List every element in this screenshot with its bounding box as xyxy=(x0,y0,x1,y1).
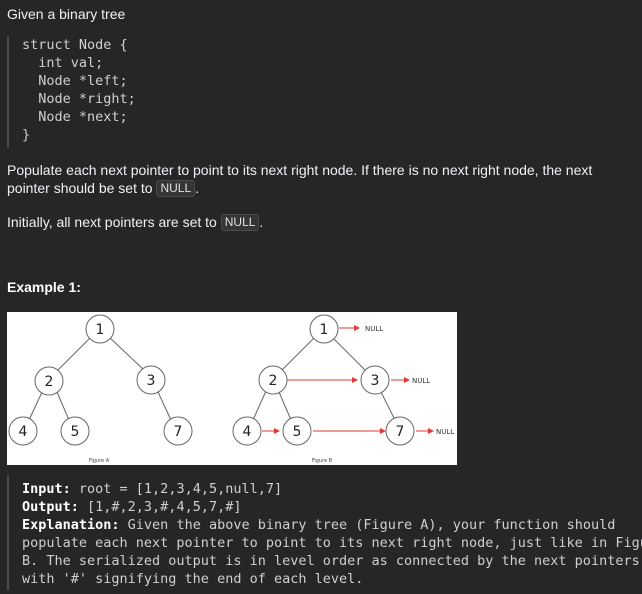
explanation-line: with '#' signifying the end of each leve… xyxy=(22,571,364,587)
inline-code-null: NULL xyxy=(220,214,260,231)
null-label: NULL xyxy=(365,325,383,333)
figure-a-caption: Figure A xyxy=(89,458,110,464)
tree-b-node-3: 3 xyxy=(371,373,380,389)
input-label: Input: xyxy=(22,481,71,497)
code-line: struct Node { xyxy=(22,37,128,53)
output-value: [1,#,2,3,#,4,5,7,#] xyxy=(78,499,242,515)
tree-b-node-2: 2 xyxy=(269,373,278,389)
figure-b-caption: Figure B xyxy=(312,458,333,464)
null-label: NULL xyxy=(436,428,454,436)
input-line: Input: root = [1,2,3,4,5,null,7] xyxy=(22,480,282,498)
punctuation: . xyxy=(259,214,264,230)
tree-b-node-4: 4 xyxy=(243,424,252,440)
code-line: Node *next; xyxy=(22,109,128,125)
initial-state-paragraph: Initially, all next pointers are set to … xyxy=(7,213,635,231)
tree-b-node-5: 5 xyxy=(293,424,302,440)
tree-a-node-7: 7 xyxy=(174,424,183,440)
description-text: Populate each next pointer to point to i… xyxy=(7,162,593,196)
explanation-line: Explanation: Given the above binary tree… xyxy=(22,516,615,534)
example-figure: 1 2 3 4 5 7 1 2 3 4 5 7 NULL NULL NULL F… xyxy=(7,312,457,465)
tree-a-node-1: 1 xyxy=(96,322,105,338)
punctuation: . xyxy=(195,180,200,196)
tree-diagram: 1 2 3 4 5 7 1 2 3 4 5 7 NULL NULL NULL F… xyxy=(8,314,454,464)
code-line: Node *right; xyxy=(22,91,136,107)
input-value: root = [1,2,3,4,5,null,7] xyxy=(70,481,283,497)
code-line: } xyxy=(22,127,31,143)
initial-state-text: Initially, all next pointers are set to xyxy=(7,214,221,230)
tree-a-node-5: 5 xyxy=(71,424,80,440)
inline-code-null: NULL xyxy=(156,180,196,197)
description-paragraph: Populate each next pointer to point to i… xyxy=(7,161,635,197)
explanation-line: populate each next pointer to point to i… xyxy=(22,535,642,551)
tree-a-node-3: 3 xyxy=(147,373,156,389)
figure-a-nodes: 1 2 3 4 5 7 xyxy=(8,314,193,446)
problem-intro: Given a binary tree xyxy=(7,6,126,22)
code-line: Node *left; xyxy=(22,73,128,89)
struct-code-block: struct Node { int val; Node *left; Node … xyxy=(7,36,199,148)
explanation-text: Given the above binary tree (Figure A), … xyxy=(119,517,616,533)
example-title: Example 1: xyxy=(7,279,81,295)
tree-a-node-4: 4 xyxy=(19,424,28,440)
output-label: Output: xyxy=(22,499,79,515)
tree-b-node-7: 7 xyxy=(396,424,405,440)
tree-a-node-2: 2 xyxy=(45,374,54,390)
tree-b-node-1: 1 xyxy=(320,322,329,338)
null-label: NULL xyxy=(412,377,430,385)
explanation-label: Explanation: xyxy=(22,517,120,533)
code-line: int val; xyxy=(22,55,104,71)
explanation-line: B. The serialized output is in level ord… xyxy=(22,553,642,569)
figure-captions: Figure A Figure B xyxy=(89,458,333,464)
output-line: Output: [1,#,2,3,#,4,5,7,#] xyxy=(22,498,241,516)
example-io-block: Input: root = [1,2,3,4,5,null,7] Output:… xyxy=(7,475,642,590)
next-pointer-arrows xyxy=(262,325,434,434)
